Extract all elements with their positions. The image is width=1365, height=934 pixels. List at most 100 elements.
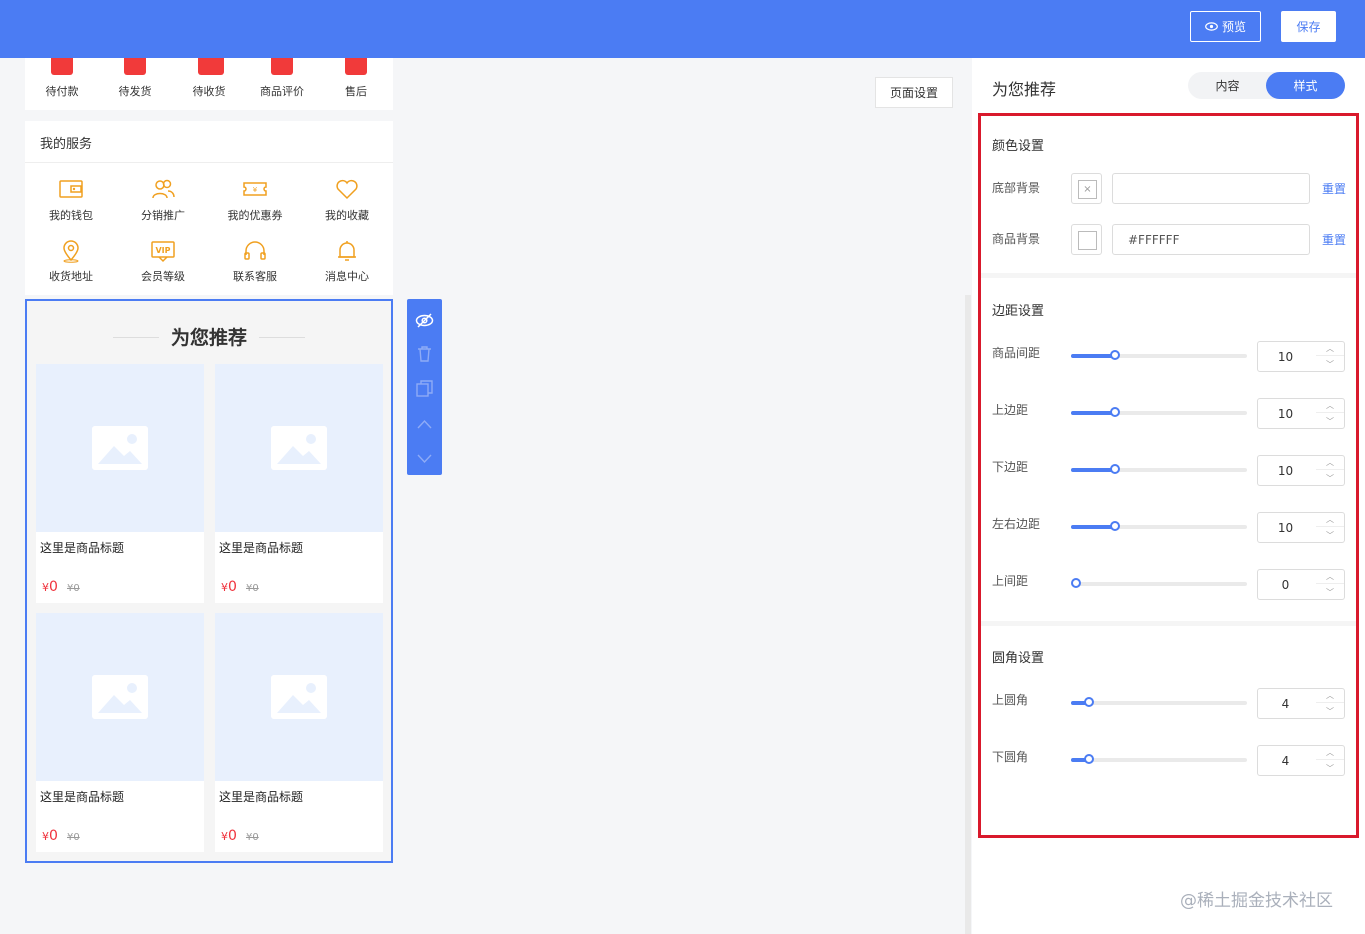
product-image-placeholder <box>36 364 204 532</box>
slider-handle[interactable] <box>1084 754 1094 764</box>
page-settings-button[interactable]: 页面设置 <box>875 77 953 108</box>
product-card[interactable]: 这里是商品标题 ¥0 ¥0 <box>215 613 383 852</box>
currency-symbol: ¥ <box>221 581 228 594</box>
bottom-radius-stepper[interactable]: 4 ︿ ﹀ <box>1257 745 1345 776</box>
order-after-sales[interactable]: 售后 <box>319 58 379 110</box>
top-margin-stepper[interactable]: 10 ︿ ﹀ <box>1257 398 1345 429</box>
top-radius-slider[interactable] <box>1071 697 1247 709</box>
top-gap-stepper[interactable]: 0 ︿ ﹀ <box>1257 569 1345 600</box>
top-bar: 预览 保存 <box>0 0 1365 58</box>
service-messages[interactable]: 消息中心 <box>301 239 393 289</box>
pending-shipment-icon <box>124 58 146 75</box>
product-card[interactable]: 这里是商品标题 ¥0 ¥0 <box>36 613 204 852</box>
recommend-block[interactable]: 为您推荐 这里是商品标题 ¥0 ¥0 这里是商品标题 ¥0 ¥0 这里是商品标题… <box>25 299 393 863</box>
service-favorites[interactable]: 我的收藏 <box>301 178 393 228</box>
product-image-placeholder <box>215 613 383 781</box>
order-pending-shipment[interactable]: 待发货 <box>98 58 158 110</box>
slider-handle[interactable] <box>1110 350 1120 360</box>
service-wallet[interactable]: 我的钱包 <box>25 178 117 228</box>
canvas-scrollbar[interactable] <box>965 295 971 934</box>
chevron-down-icon[interactable]: ﹀ <box>1316 471 1344 485</box>
bottom-margin-slider[interactable] <box>1071 464 1247 476</box>
service-coupons[interactable]: ¥ 我的优惠券 <box>209 178 301 228</box>
slider-handle[interactable] <box>1110 407 1120 417</box>
tab-style[interactable]: 样式 <box>1266 72 1345 99</box>
chevron-down-icon[interactable]: ﹀ <box>1316 528 1344 542</box>
side-margin-slider[interactable] <box>1071 521 1247 533</box>
copy-icon[interactable] <box>415 379 434 398</box>
chevron-down-icon[interactable]: ﹀ <box>1316 414 1344 428</box>
stepper-value[interactable]: 0 <box>1258 570 1313 599</box>
product-card[interactable]: 这里是商品标题 ¥0 ¥0 <box>215 364 383 603</box>
stepper-value[interactable]: 10 <box>1258 342 1313 371</box>
item-gap-stepper[interactable]: 10 ︿ ﹀ <box>1257 341 1345 372</box>
bottom-bg-reset-link[interactable]: 重置 <box>1322 180 1346 197</box>
chevron-up-icon[interactable]: ︿ <box>1316 689 1344 703</box>
panel-title: 为您推荐 <box>992 80 1057 99</box>
image-icon <box>92 675 148 719</box>
save-button[interactable]: 保存 <box>1281 11 1336 42</box>
slider-handle[interactable] <box>1110 521 1120 531</box>
currency-symbol: ¥ <box>221 830 228 843</box>
bottom-radius-slider[interactable] <box>1071 754 1247 766</box>
panel-tab-switch: 内容 样式 <box>1188 72 1345 99</box>
product-title: 这里是商品标题 <box>40 541 125 555</box>
stepper-value[interactable]: 10 <box>1258 399 1313 428</box>
chevron-up-icon[interactable] <box>415 415 434 434</box>
side-margin-stepper[interactable]: 10 ︿ ﹀ <box>1257 512 1345 543</box>
product-bg-reset-link[interactable]: 重置 <box>1322 231 1346 248</box>
product-title: 这里是商品标题 <box>219 541 304 555</box>
chevron-down-icon[interactable]: ﹀ <box>1316 761 1344 775</box>
chevron-down-icon[interactable]: ﹀ <box>1316 585 1344 599</box>
top-margin-slider[interactable] <box>1071 407 1247 419</box>
chevron-down-icon[interactable]: ﹀ <box>1316 704 1344 718</box>
stepper-value[interactable]: 10 <box>1258 513 1313 542</box>
radius-row-label: 上圆角 <box>992 693 1029 707</box>
trash-icon[interactable] <box>415 344 434 363</box>
style-settings-highlight: 颜色设置 底部背景 × 重置 商品背景 #FFFFFF 重置 边距设置 商品间距… <box>978 113 1359 838</box>
stepper-value[interactable]: 10 <box>1258 456 1313 485</box>
service-support[interactable]: 联系客服 <box>209 239 301 289</box>
top-radius-stepper[interactable]: 4 ︿ ﹀ <box>1257 688 1345 719</box>
chevron-down-icon[interactable] <box>415 449 434 468</box>
product-price: ¥0 <box>221 828 237 844</box>
preview-button[interactable]: 预览 <box>1190 11 1261 42</box>
spacing-row-label: 上边距 <box>992 403 1029 417</box>
spacing-settings-title: 边距设置 <box>992 304 1045 319</box>
order-pending-receipt[interactable]: 待收货 <box>172 58 232 110</box>
service-membership[interactable]: VIP 会员等级 <box>117 239 209 289</box>
watermark: @稀土掘金技术社区 <box>1180 891 1333 911</box>
slider-handle[interactable] <box>1071 578 1081 588</box>
slider-handle[interactable] <box>1084 697 1094 707</box>
order-label: 售后 <box>345 85 367 98</box>
product-bg-swatch[interactable] <box>1071 224 1102 255</box>
product-card[interactable]: 这里是商品标题 ¥0 ¥0 <box>36 364 204 603</box>
item-gap-slider[interactable] <box>1071 350 1247 362</box>
order-review[interactable]: 商品评价 <box>245 58 305 110</box>
hide-eye-icon[interactable] <box>415 311 434 330</box>
chevron-up-icon[interactable]: ︿ <box>1316 570 1344 584</box>
product-image-placeholder <box>215 364 383 532</box>
slider-handle[interactable] <box>1110 464 1120 474</box>
chevron-up-icon[interactable]: ︿ <box>1316 513 1344 527</box>
chevron-up-icon[interactable]: ︿ <box>1316 342 1344 356</box>
title-divider-right <box>259 337 305 338</box>
order-pending-payment[interactable]: 待付款 <box>25 58 85 110</box>
product-image-placeholder <box>36 613 204 781</box>
stepper-value[interactable]: 4 <box>1258 746 1313 775</box>
service-distribution[interactable]: 分销推广 <box>117 178 209 228</box>
product-bg-input[interactable]: #FFFFFF <box>1112 224 1310 255</box>
bottom-bg-swatch[interactable]: × <box>1071 173 1102 204</box>
chevron-up-icon[interactable]: ︿ <box>1316 746 1344 760</box>
bottom-bg-input[interactable] <box>1112 173 1310 204</box>
svg-text:VIP: VIP <box>155 246 170 255</box>
tab-content[interactable]: 内容 <box>1188 72 1267 99</box>
original-price: ¥0 <box>67 583 80 594</box>
top-gap-slider[interactable] <box>1071 578 1247 590</box>
chevron-up-icon[interactable]: ︿ <box>1316 456 1344 470</box>
chevron-down-icon[interactable]: ﹀ <box>1316 357 1344 371</box>
chevron-up-icon[interactable]: ︿ <box>1316 399 1344 413</box>
stepper-value[interactable]: 4 <box>1258 689 1313 718</box>
bottom-margin-stepper[interactable]: 10 ︿ ﹀ <box>1257 455 1345 486</box>
service-address[interactable]: 收货地址 <box>25 239 117 289</box>
